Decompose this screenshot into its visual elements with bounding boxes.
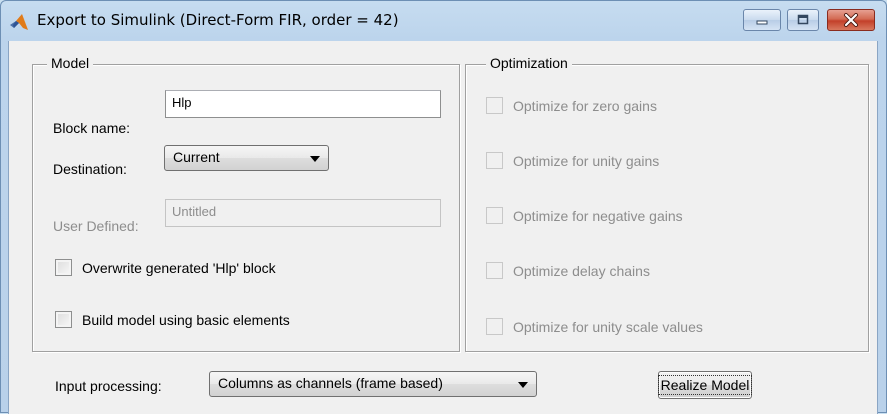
destination-label: Destination: <box>53 161 127 177</box>
model-group-legend: Model <box>47 55 94 71</box>
overwrite-checkbox-box[interactable] <box>55 259 72 276</box>
input-processing-selected: Columns as channels (frame based) <box>218 375 443 391</box>
overwrite-checkbox-label: Overwrite generated 'Hlp' block <box>82 259 276 276</box>
dialog-body: Model Block name: Hlp Destination: Curre… <box>8 41 878 414</box>
destination-selected: Current <box>173 149 220 165</box>
maximize-button[interactable] <box>787 9 819 31</box>
opt-delay-chains-checkbox[interactable]: Optimize delay chains <box>486 262 650 279</box>
opt-unity-scale-label: Optimize for unity scale values <box>513 318 703 335</box>
minimize-icon <box>756 20 768 25</box>
user-defined-input[interactable]: Untitled <box>165 199 441 227</box>
user-defined-label: User Defined: <box>53 218 139 234</box>
close-button[interactable] <box>827 9 875 31</box>
maximize-icon <box>797 14 809 25</box>
opt-delay-chains-label: Optimize delay chains <box>513 262 650 279</box>
opt-delay-chains-box[interactable] <box>486 262 503 279</box>
block-name-input[interactable]: Hlp <box>165 90 441 118</box>
opt-unity-scale-checkbox[interactable]: Optimize for unity scale values <box>486 318 703 335</box>
matlab-icon <box>10 14 28 30</box>
opt-negative-gains-checkbox[interactable]: Optimize for negative gains <box>486 207 683 224</box>
optimization-group-legend: Optimization <box>486 55 572 71</box>
opt-negative-gains-label: Optimize for negative gains <box>513 207 683 224</box>
input-processing-label: Input processing: <box>55 378 162 394</box>
input-processing-dropdown[interactable]: Columns as channels (frame based) <box>209 371 537 397</box>
chevron-down-icon <box>310 156 320 162</box>
opt-unity-scale-box[interactable] <box>486 318 503 335</box>
opt-zero-gains-label: Optimize for zero gains <box>513 97 657 114</box>
basic-elements-checkbox[interactable]: Build model using basic elements <box>55 311 290 328</box>
basic-elements-checkbox-label: Build model using basic elements <box>82 311 290 328</box>
opt-unity-gains-box[interactable] <box>486 152 503 169</box>
window-title: Export to Simulink (Direct-Form FIR, ord… <box>37 11 399 29</box>
user-defined-value: Untitled <box>172 204 217 219</box>
realize-model-label: Realize Model <box>657 375 753 395</box>
opt-unity-gains-label: Optimize for unity gains <box>513 152 660 169</box>
realize-model-button[interactable]: Realize Model <box>657 371 753 399</box>
opt-unity-gains-checkbox[interactable]: Optimize for unity gains <box>486 152 659 169</box>
basic-elements-checkbox-box[interactable] <box>55 311 72 328</box>
minimize-button[interactable] <box>743 9 781 31</box>
close-icon <box>844 13 858 27</box>
opt-zero-gains-checkbox[interactable]: Optimize for zero gains <box>486 97 657 114</box>
block-name-label: Block name: <box>53 120 131 136</box>
chevron-down-icon <box>518 382 528 388</box>
opt-zero-gains-box[interactable] <box>486 97 503 114</box>
opt-negative-gains-box[interactable] <box>486 207 503 224</box>
destination-dropdown[interactable]: Current <box>164 145 329 171</box>
export-to-simulink-window: Export to Simulink (Direct-Form FIR, ord… <box>0 0 887 414</box>
block-name-value: Hlp <box>172 95 192 110</box>
title-bar[interactable]: Export to Simulink (Direct-Form FIR, ord… <box>1 1 886 41</box>
overwrite-block-checkbox[interactable]: Overwrite generated 'Hlp' block <box>55 259 276 276</box>
